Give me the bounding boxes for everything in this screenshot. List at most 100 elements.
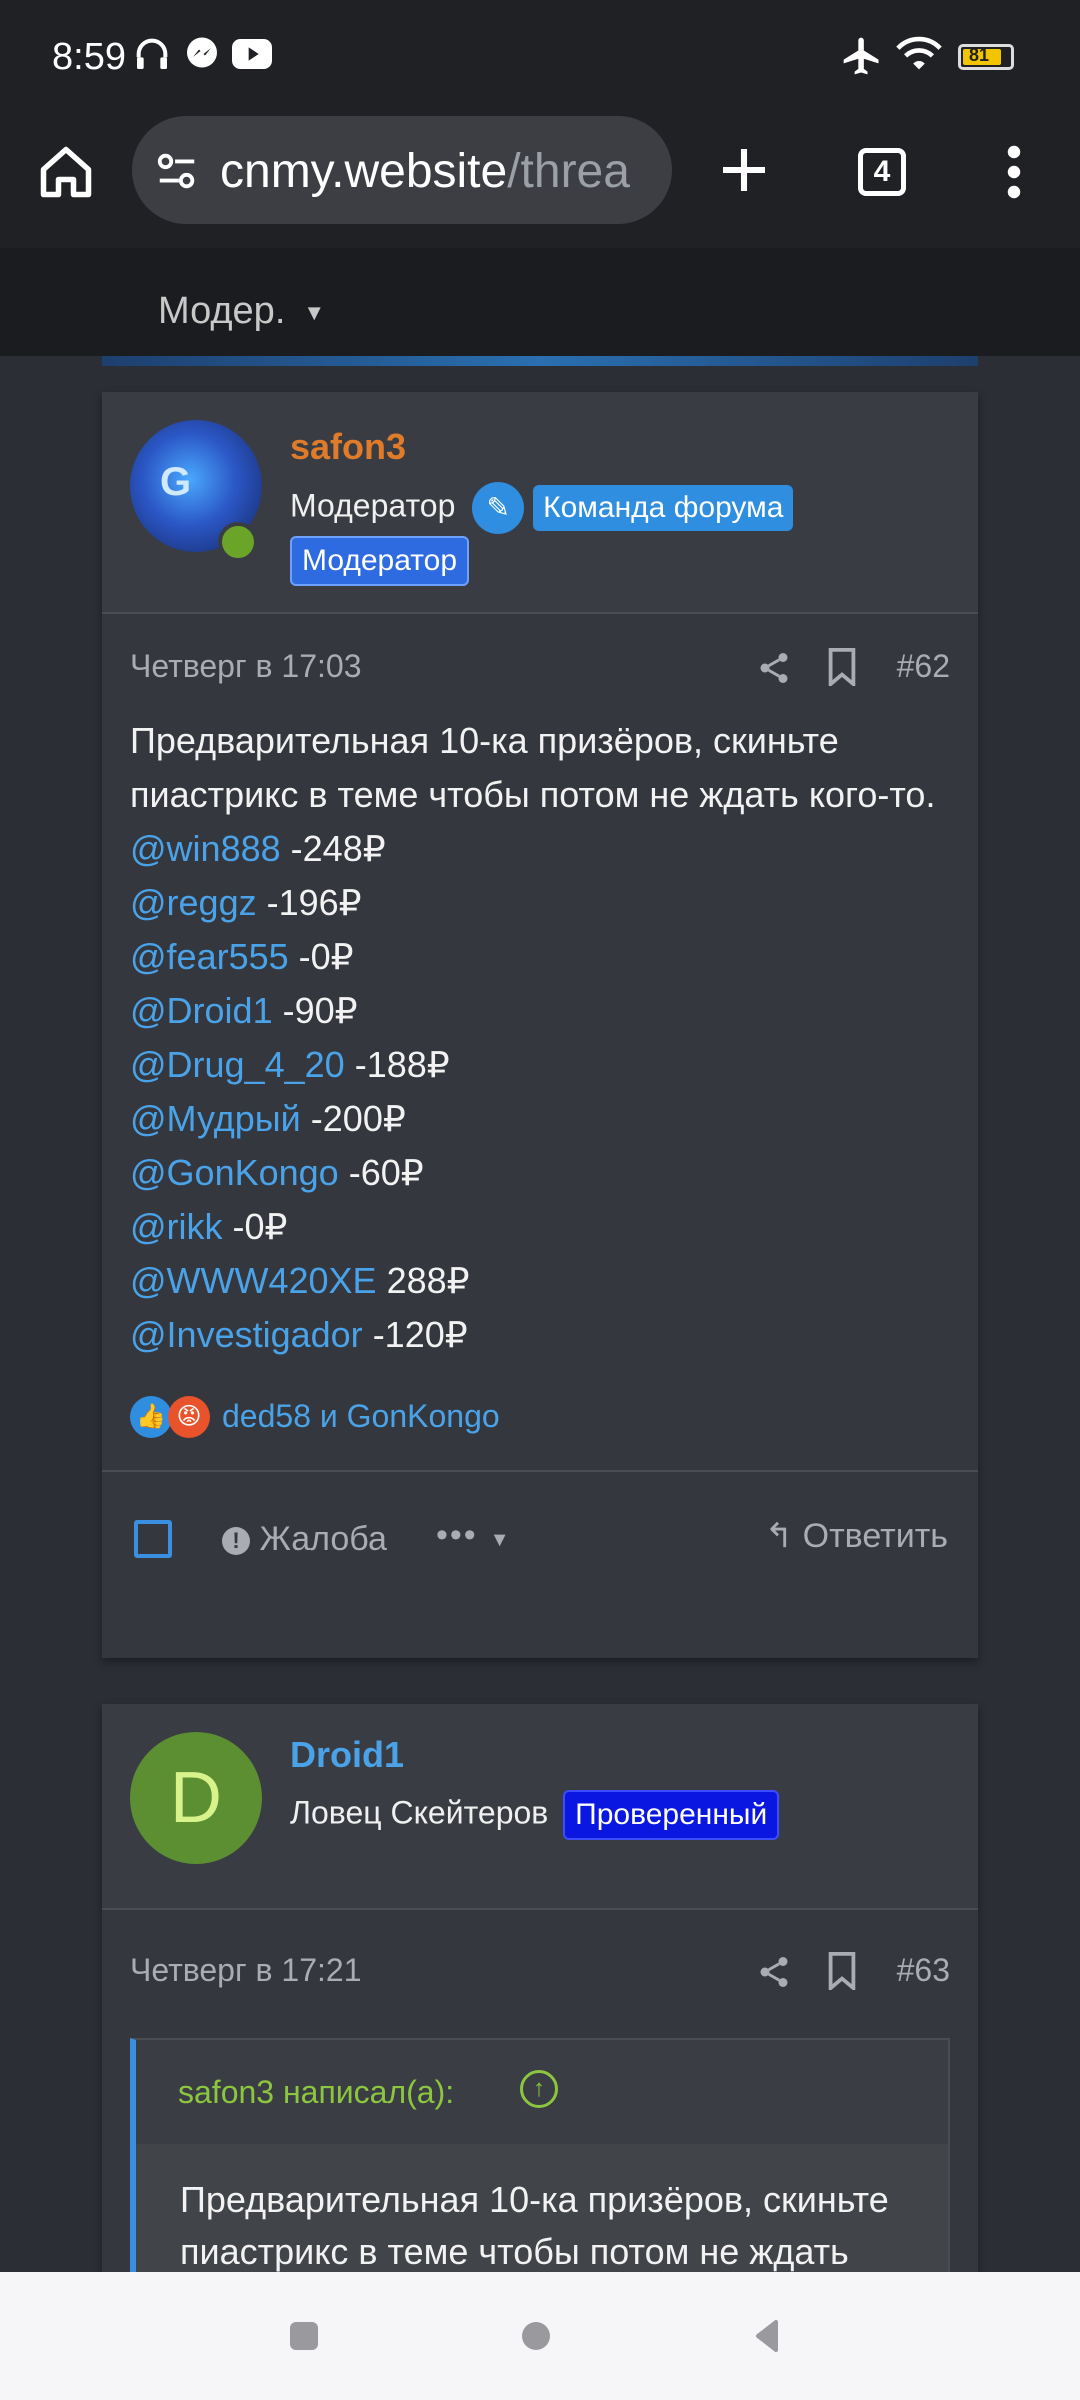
post-date[interactable]: Четверг в 17:03 <box>130 648 361 685</box>
mention-amount: -0₽ <box>232 1206 288 1247</box>
share-icon[interactable] <box>756 650 792 686</box>
post-content: Предварительная 10-ка призёров, скиньте … <box>102 714 978 1362</box>
angry-reaction-icon: 😡 <box>168 1396 210 1438</box>
more-menu-icon[interactable] <box>996 142 1032 202</box>
mention-line: @win888 -248₽ <box>130 822 950 876</box>
mention-line: @Drug_4_20 -188₽ <box>130 1038 950 1092</box>
mention-link[interactable]: @win888 <box>130 828 281 869</box>
post-author-block: D Droid1 Ловец Скейтеров Проверенный <box>102 1704 978 1910</box>
post-meta: Четверг в 17:21 #63 <box>102 1910 978 2038</box>
badge-forum-team: Команда форума <box>533 485 794 531</box>
moderator-menu[interactable]: Модер. ▼ <box>158 290 325 333</box>
mention-link[interactable]: @Investigador <box>130 1314 363 1355</box>
post-meta: Четверг в 17:03 #62 <box>102 614 978 714</box>
wifi-icon <box>896 36 942 70</box>
system-navigation-bar <box>0 2272 1080 2400</box>
reactions-users[interactable]: ded58 и GonKongo <box>222 1398 500 1435</box>
home-icon[interactable] <box>36 142 96 202</box>
post-text: Предварительная 10-ка призёров, скиньте … <box>130 720 936 815</box>
youtube-icon <box>232 39 272 69</box>
clock: 8:59 <box>52 36 126 78</box>
user-title: Ловец Скейтеров Проверенный <box>290 1790 780 1840</box>
select-checkbox[interactable] <box>134 1520 172 1558</box>
mention-amount: -0₽ <box>298 936 354 977</box>
address-bar[interactable]: cnmy.website/threa <box>132 116 672 224</box>
headphones-icon <box>136 38 168 69</box>
mention-amount: -60₽ <box>348 1152 424 1193</box>
user-title: Модератор ✎ Команда форума <box>290 482 794 534</box>
report-label: Жалоба <box>259 1520 387 1558</box>
mention-line: @GonKongo -60₽ <box>130 1146 950 1200</box>
reply-icon: ↰ <box>764 1517 794 1555</box>
bookmark-icon[interactable] <box>826 1952 858 1990</box>
mention-link[interactable]: @GonKongo <box>130 1152 339 1193</box>
recents-button[interactable] <box>290 2322 318 2350</box>
mention-amount: -248₽ <box>290 828 386 869</box>
reply-button[interactable]: ↰ Ответить <box>765 1516 948 1556</box>
mention-line: @Investigador -120₽ <box>130 1308 950 1362</box>
mention-amount: 288₽ <box>386 1260 470 1301</box>
username[interactable]: Droid1 <box>290 1734 404 1776</box>
dropdown-caret-icon: ▼ <box>489 1529 512 1551</box>
battery-level: 81 <box>969 45 990 65</box>
badge-verified: Проверенный <box>563 1790 780 1840</box>
url-host: cnmy.website <box>220 145 508 198</box>
quote-author: safon3 написал(а): <box>178 2074 455 2110</box>
mention-link[interactable]: @reggz <box>130 882 257 923</box>
mention-link[interactable]: @fear555 <box>130 936 289 977</box>
mention-line: @WWW420XE 288₽ <box>130 1254 950 1308</box>
username[interactable]: safon3 <box>290 426 406 468</box>
back-button[interactable] <box>752 2320 784 2352</box>
site-settings-icon[interactable] <box>154 148 200 194</box>
mention-link[interactable]: @WWW420XE <box>130 1260 377 1301</box>
post-date[interactable]: Четверг в 17:21 <box>130 1952 361 1989</box>
moderator-menu-label: Модер. <box>158 290 286 332</box>
forum-navbar: Модер. ▼ <box>0 248 1080 356</box>
mention-link[interactable]: @Droid1 <box>130 990 273 1031</box>
bookmark-icon[interactable] <box>826 648 858 686</box>
mention-amount: -120₽ <box>372 1314 468 1355</box>
banner-strip <box>102 356 978 366</box>
mention-link[interactable]: @rikk <box>130 1206 223 1247</box>
quote-block: safon3 написал(а): ↑ Предварительная 10-… <box>130 2038 950 2308</box>
post-number[interactable]: #63 <box>897 1952 950 1989</box>
browser-toolbar: cnmy.website/threa 4 <box>0 112 1080 248</box>
share-icon[interactable] <box>756 1954 792 1990</box>
tab-switcher-button[interactable]: 4 <box>858 148 906 196</box>
mention-link[interactable]: @Drug_4_20 <box>130 1044 345 1085</box>
mention-line: @reggz -196₽ <box>130 876 950 930</box>
url-path: /threa <box>507 145 630 198</box>
reactions-bar: 👍 😡 ded58 и GonKongo <box>102 1380 978 1470</box>
reply-label: Ответить <box>802 1517 948 1555</box>
post-actions: ! Жалоба ••• ▼ ↰ Ответить <box>102 1470 978 1606</box>
avatar-logo: G <box>160 460 192 504</box>
home-button[interactable] <box>522 2322 550 2350</box>
user-title-text: Ловец Скейтеров <box>290 1794 549 1831</box>
mention-link[interactable]: @Мудрый <box>130 1098 301 1139</box>
user-title-text: Модератор <box>290 487 456 524</box>
mention-line: @rikk -0₽ <box>130 1200 950 1254</box>
avatar[interactable]: D <box>130 1732 262 1864</box>
mention-amount: -200₽ <box>310 1098 406 1139</box>
post-number[interactable]: #62 <box>897 648 950 685</box>
mention-amount: -90₽ <box>282 990 358 1031</box>
status-bar: 8:59 81 <box>0 0 1080 112</box>
like-reaction-icon: 👍 <box>130 1396 172 1438</box>
quote-header[interactable]: safon3 написал(а): ↑ <box>136 2040 948 2144</box>
post-63: D Droid1 Ловец Скейтеров Проверенный Чет… <box>102 1704 978 2324</box>
mention-line: @Droid1 -90₽ <box>130 984 950 1038</box>
more-actions-button[interactable]: ••• ▼ <box>436 1516 512 1555</box>
post-62: G safon3 Модератор ✎ Команда форума Моде… <box>102 392 978 1658</box>
online-status-icon <box>218 522 258 562</box>
warning-icon: ! <box>222 1527 250 1556</box>
report-button[interactable]: ! Жалоба <box>222 1520 387 1559</box>
expand-quote-icon[interactable]: ↑ <box>520 2070 558 2108</box>
new-tab-icon[interactable] <box>716 142 772 198</box>
url-text: cnmy.website/threa <box>220 144 630 199</box>
battery-icon: 81 <box>958 44 1014 70</box>
badge-moderator: Модератор <box>290 536 470 586</box>
mention-amount: -196₽ <box>266 882 362 923</box>
mention-line: @fear555 -0₽ <box>130 930 950 984</box>
airplane-icon <box>843 37 879 75</box>
post-author-block: G safon3 Модератор ✎ Команда форума Моде… <box>102 392 978 614</box>
